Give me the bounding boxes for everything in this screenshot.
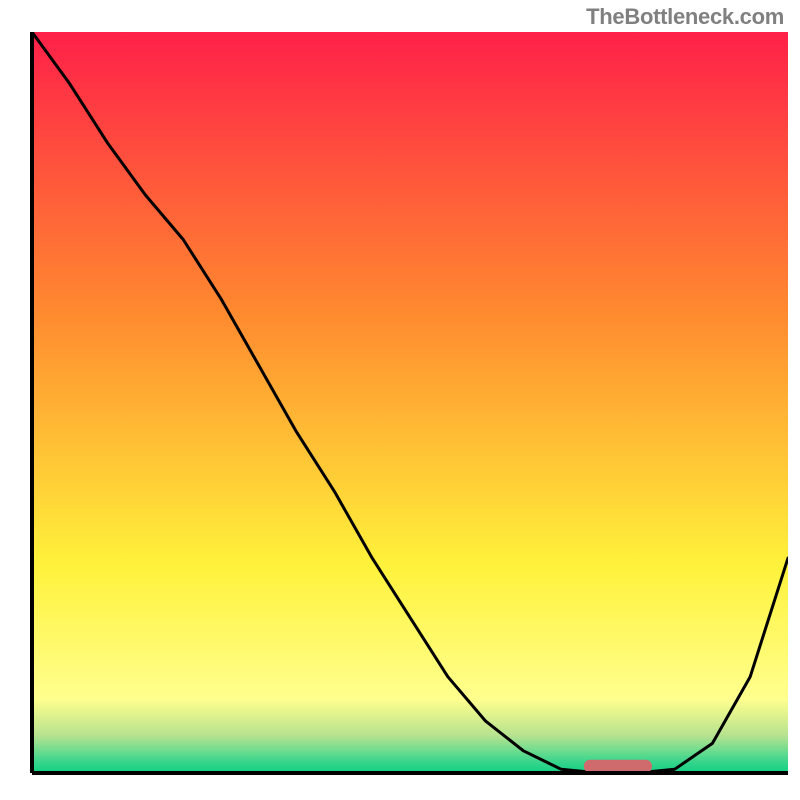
- chart-background: [32, 32, 788, 773]
- bottleneck-chart: [0, 0, 800, 800]
- optimal-range-marker: [584, 760, 652, 773]
- watermark-text: TheBottleneck.com: [586, 4, 784, 30]
